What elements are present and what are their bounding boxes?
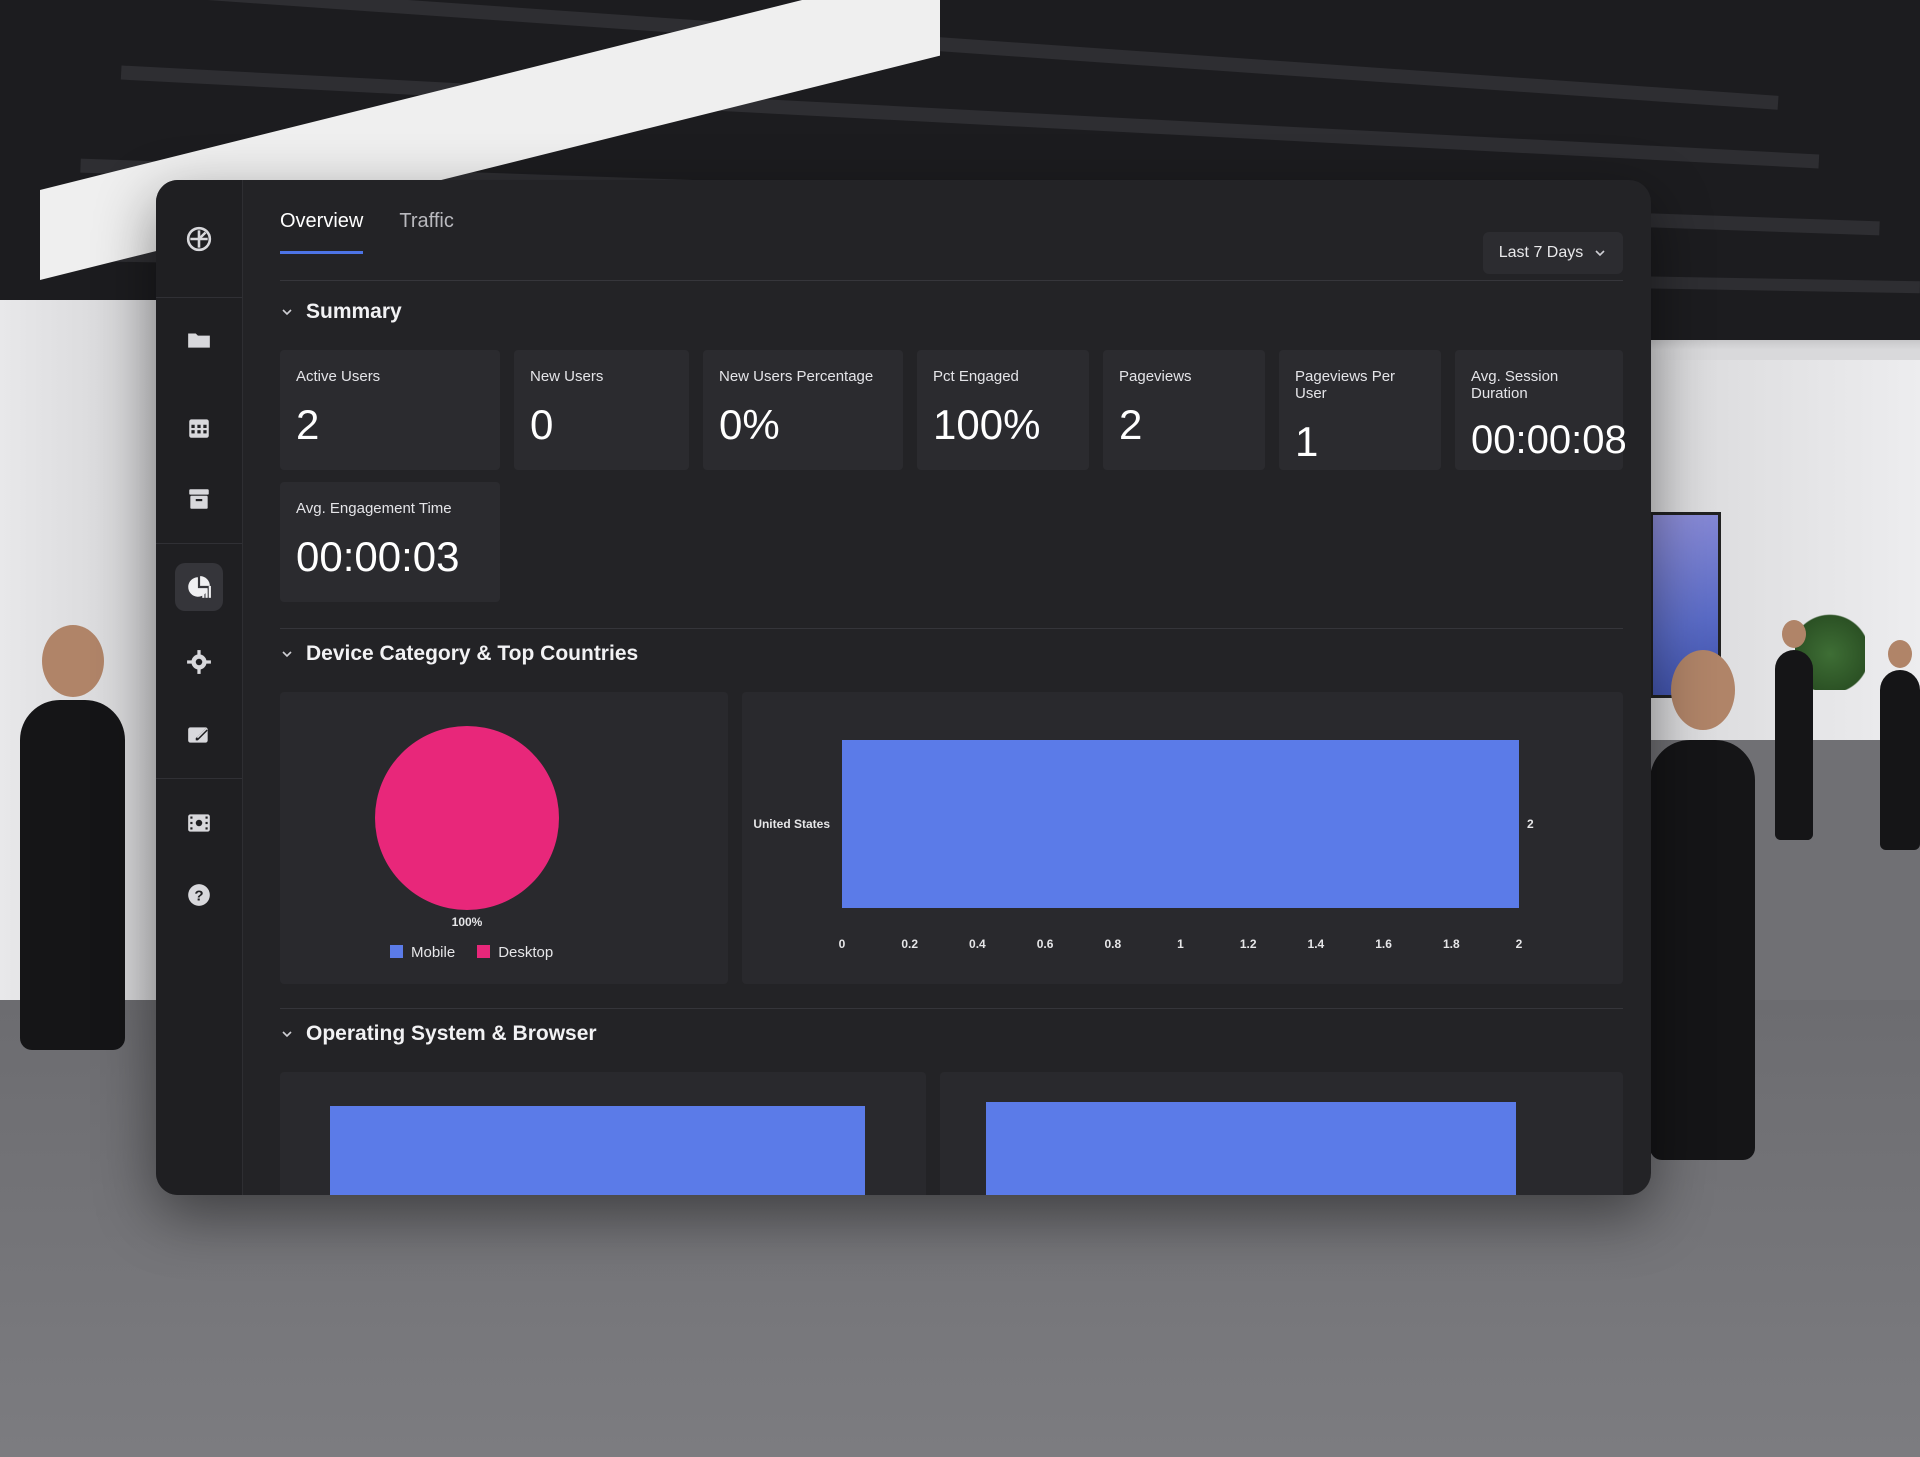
device-section-toggle[interactable]: Device Category & Top Countries [280,642,638,666]
os-bar [330,1106,865,1195]
tab-traffic[interactable]: Traffic [399,210,453,254]
date-range-value: Last 7 Days [1498,244,1584,261]
legend-swatch-desktop [477,945,491,958]
bar-united-states[interactable] [842,740,1519,908]
analytics-icon[interactable] [175,563,223,611]
metric-card-avg-engagement-time: Avg. Engagement Time 00:00:03 [280,482,500,602]
metric-card-pageviews-per-user: Pageviews Per User 1 [1279,350,1441,470]
avatar [1880,640,1920,850]
y-tick-label: United States [753,817,830,831]
metric-label: New Users Percentage [719,368,874,385]
top-countries-bar-chart: United States 2 0 0.2 0.4 0.6 0.8 1 1.2 1.4 1.6 1.8… [753,740,1534,951]
metric-card-active-users: Active Users 2 [280,350,500,470]
legend-swatch-mobile [390,945,403,958]
metric-label: Pageviews Per User [1295,368,1396,402]
gear-icon[interactable] [175,638,223,686]
folder-icon[interactable] [175,316,223,364]
chevron-down-icon [282,309,292,316]
avatar [1775,620,1813,840]
legend-item-mobile[interactable]: Mobile [390,944,455,961]
avatar [20,625,125,1050]
metric-value: 0% [719,401,780,448]
metric-value: 100% [933,401,1041,448]
metric-value: 2 [1119,401,1143,448]
os-section-toggle[interactable]: Operating System & Browser [280,1022,597,1046]
section-divider [280,628,1623,629]
summary-section-toggle[interactable]: Summary [280,300,402,324]
x-tick-label: 1 [1177,937,1184,951]
pie-data-label: 100% [452,915,483,929]
avatar [1650,650,1755,1160]
metric-label: Avg. Session Duration [1471,368,1559,402]
x-tick-label: 1.2 [1240,937,1257,951]
device-category-pie-chart: 100% [375,726,559,929]
section-title: Operating System & Browser [306,1022,597,1045]
metric-label: Pageviews [1119,368,1192,385]
metric-label: Pct Engaged [933,368,1019,385]
device-category-panel: 100% Mobile Desktop [280,692,728,984]
logo-icon[interactable] [175,215,223,263]
x-tick-label: 0.8 [1104,937,1121,951]
metric-label: Avg. Engagement Time [296,500,452,517]
help-icon[interactable]: ? [175,871,223,919]
tab-bar: Overview Traffic [280,210,454,254]
bar-data-label: 2 [1527,817,1534,831]
browser-bar [986,1102,1516,1195]
metric-value: 00:00:08 [1471,418,1627,462]
x-tick-label: 1.4 [1308,937,1325,951]
tab-overview[interactable]: Overview [280,210,364,254]
pie-slice-desktop[interactable] [375,726,559,910]
metric-value: 2 [296,401,320,448]
x-tick-label: 0 [839,937,846,951]
metric-value: 1 [1295,418,1319,465]
x-tick-label: 0.4 [969,937,986,951]
section-divider [280,1008,1623,1009]
pie-legend: Mobile Desktop [390,944,553,961]
x-tick-label: 1.8 [1443,937,1460,951]
x-tick-label: 2 [1516,937,1523,951]
metric-value: 00:00:03 [296,533,460,580]
metric-card-pageviews: Pageviews 2 [1103,350,1265,470]
metric-card-new-users-percentage: New Users Percentage 0% [703,350,903,470]
svg-text:?: ? [194,887,203,904]
edit-card-icon[interactable] [175,711,223,759]
metric-label: Active Users [296,368,381,385]
sidebar: ? [156,180,243,1195]
top-countries-panel: United States 2 0 0.2 0.4 0.6 0.8 1 1.2 1.4 1.6 1.8… [742,692,1623,984]
main-content: Overview Traffic Last 7 Days Summary Act… [242,180,1651,1195]
legend-item-desktop[interactable]: Desktop [477,944,553,961]
metric-label: New Users [530,368,604,385]
calendar-icon[interactable] [175,404,223,452]
metric-card-new-users: New Users 0 [514,350,689,470]
x-tick-label: 1.6 [1375,937,1392,951]
chevron-down-icon [1595,250,1605,257]
metric-card-avg-session-duration: Avg. Session Duration 00:00:08 [1455,350,1627,470]
browser-panel [940,1072,1623,1195]
metric-value: 0 [530,401,554,448]
x-tick-label: 0.2 [901,937,918,951]
tab-divider [280,280,1623,281]
section-title: Device Category & Top Countries [306,642,639,665]
operating-system-panel [280,1072,926,1195]
metric-card-pct-engaged: Pct Engaged 100% [917,350,1089,470]
archive-icon[interactable] [175,475,223,523]
chevron-down-icon [282,1031,292,1038]
section-title: Summary [306,300,402,323]
date-range-dropdown[interactable]: Last 7 Days [1483,232,1623,274]
chevron-down-icon [282,651,292,658]
analytics-window: ? Overview Traffic Last 7 Days Summary A… [156,180,1651,1195]
film-icon[interactable] [175,799,223,847]
x-tick-label: 0.6 [1037,937,1054,951]
